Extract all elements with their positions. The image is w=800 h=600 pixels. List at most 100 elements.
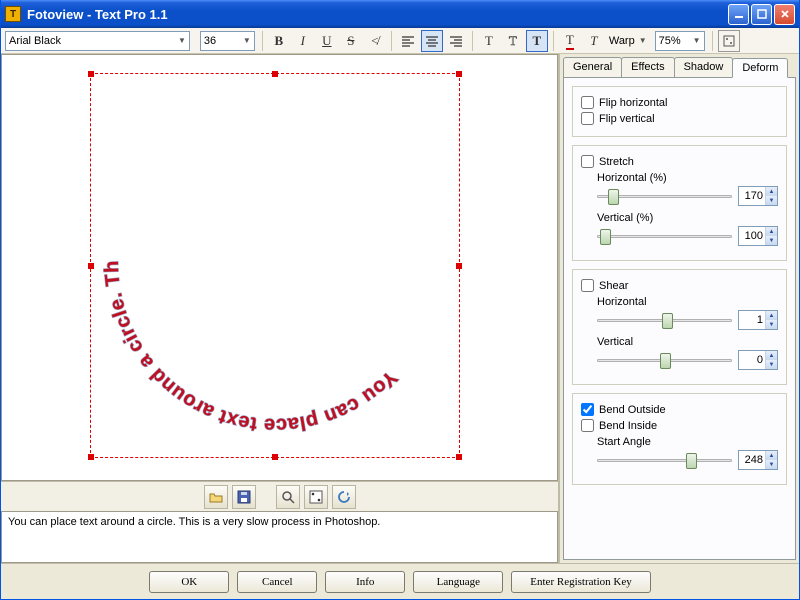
tab-strip: General Effects Shadow Deform <box>560 54 799 77</box>
options-button[interactable] <box>718 30 740 52</box>
spin-down-icon[interactable]: ▼ <box>766 320 777 329</box>
open-button[interactable] <box>204 485 228 509</box>
align-right-button[interactable] <box>445 30 467 52</box>
shear-h-value[interactable]: ▲▼ <box>738 310 778 330</box>
spin-up-icon[interactable]: ▲ <box>766 187 777 196</box>
align-center-button[interactable] <box>421 30 443 52</box>
tab-deform[interactable]: Deform <box>732 58 788 78</box>
warp-button[interactable]: T <box>583 30 605 52</box>
language-button[interactable]: Language <box>413 571 503 593</box>
footer: OK Cancel Info Language Enter Registrati… <box>1 563 799 599</box>
start-angle-label: Start Angle <box>597 436 778 448</box>
refresh-button[interactable] <box>332 485 356 509</box>
selection-handle[interactable] <box>456 71 462 77</box>
separator <box>712 31 713 51</box>
minimize-button[interactable] <box>728 4 749 25</box>
dropdown-icon[interactable]: ▼ <box>693 36 701 45</box>
selection-handle[interactable] <box>272 454 278 460</box>
shear-h-slider[interactable] <box>597 310 732 330</box>
text-color-button[interactable]: T <box>559 30 581 52</box>
flip-horizontal-checkbox[interactable]: Flip horizontal <box>581 96 778 109</box>
stretch-label: Stretch <box>599 156 634 168</box>
stretch-v-value[interactable]: ▲▼ <box>738 226 778 246</box>
zoom-button[interactable] <box>276 485 300 509</box>
stretch-h-slider[interactable] <box>597 186 732 206</box>
start-angle-value[interactable]: ▲▼ <box>738 450 778 470</box>
font-select[interactable] <box>5 31 190 51</box>
warp-label: Warp <box>609 35 635 47</box>
spin-up-icon[interactable]: ▲ <box>766 451 777 460</box>
shear-checkbox[interactable]: Shear <box>581 279 778 292</box>
selection-handle[interactable] <box>88 454 94 460</box>
spin-down-icon[interactable]: ▼ <box>766 236 777 245</box>
bold-button[interactable]: B <box>268 30 290 52</box>
spin-down-icon[interactable]: ▼ <box>766 460 777 469</box>
shear-h-label: Horizontal <box>597 296 778 308</box>
bend-group: Bend Outside Bend Inside Start Angle ▲▼ <box>572 393 787 485</box>
canvas-column: You can place text around a circle. This… <box>1 54 559 563</box>
stretch-h-value[interactable]: ▲▼ <box>738 186 778 206</box>
info-button[interactable]: Info <box>325 571 405 593</box>
spin-down-icon[interactable]: ▼ <box>766 196 777 205</box>
tab-effects[interactable]: Effects <box>621 57 674 77</box>
window-title: Fotoview - Text Pro 1.1 <box>27 7 728 22</box>
stretch-h-label: Horizontal (%) <box>597 172 778 184</box>
cancel-button[interactable]: Cancel <box>237 571 317 593</box>
flip-vertical-label: Flip vertical <box>599 113 655 125</box>
stretch-checkbox[interactable]: Stretch <box>581 155 778 168</box>
spin-down-icon[interactable]: ▼ <box>766 360 777 369</box>
spin-up-icon[interactable]: ▲ <box>766 311 777 320</box>
shear-v-value[interactable]: ▲▼ <box>738 350 778 370</box>
bend-inside-checkbox[interactable]: Bend Inside <box>581 419 778 432</box>
toolbar: ▼ ▼ B I U S ≮ T T T T T Warp ▼ ▼ <box>1 28 799 54</box>
selection-handle[interactable] <box>88 71 94 77</box>
align-left-button[interactable] <box>397 30 419 52</box>
selection-handle[interactable] <box>456 263 462 269</box>
stretch-v-slider[interactable] <box>597 226 732 246</box>
maximize-button[interactable] <box>751 4 772 25</box>
spin-up-icon[interactable]: ▲ <box>766 351 777 360</box>
stretch-v-label: Vertical (%) <box>597 212 778 224</box>
fit-button[interactable] <box>304 485 328 509</box>
italic-button[interactable]: I <box>292 30 314 52</box>
shear-v-slider[interactable] <box>597 350 732 370</box>
underline-button[interactable]: U <box>316 30 338 52</box>
tab-body-deform: Flip horizontal Flip vertical Stretch Ho… <box>563 77 796 560</box>
flip-horizontal-label: Flip horizontal <box>599 97 667 109</box>
strike-button[interactable]: S <box>340 30 362 52</box>
flip-vertical-checkbox[interactable]: Flip vertical <box>581 112 778 125</box>
spin-up-icon[interactable]: ▲ <box>766 227 777 236</box>
text-input[interactable]: You can place text around a circle. This… <box>1 511 558 563</box>
start-angle-slider[interactable] <box>597 450 732 470</box>
dropdown-icon[interactable]: ▼ <box>178 36 186 45</box>
spacing-button[interactable]: ≮ <box>364 30 386 52</box>
dropdown-icon[interactable]: ▼ <box>639 36 647 45</box>
magnifier-icon <box>281 490 295 504</box>
fill-text-button[interactable]: T <box>478 30 500 52</box>
tab-shadow[interactable]: Shadow <box>674 57 734 77</box>
outline-text-button[interactable]: T <box>502 30 524 52</box>
dice-icon <box>309 490 323 504</box>
save-button[interactable] <box>232 485 256 509</box>
tab-general[interactable]: General <box>563 57 622 77</box>
selection-handle[interactable] <box>88 263 94 269</box>
shear-group: Shear Horizontal ▲▼ Vertical <box>572 269 787 385</box>
floppy-icon <box>237 490 251 504</box>
canvas[interactable]: You can place text around a circle. This… <box>1 54 558 481</box>
folder-open-icon <box>208 490 224 504</box>
ok-button[interactable]: OK <box>149 571 229 593</box>
separator <box>472 31 473 51</box>
filled-outline-button[interactable]: T <box>526 30 548 52</box>
bend-outside-checkbox[interactable]: Bend Outside <box>581 403 778 416</box>
circle-text: You can place text around a circle. This… <box>100 87 450 437</box>
selection-handle[interactable] <box>272 71 278 77</box>
flip-group: Flip horizontal Flip vertical <box>572 86 787 137</box>
dropdown-icon[interactable]: ▼ <box>243 36 251 45</box>
shear-label: Shear <box>599 280 628 292</box>
register-button[interactable]: Enter Registration Key <box>511 571 650 593</box>
close-button[interactable] <box>774 4 795 25</box>
shear-v-label: Vertical <box>597 336 778 348</box>
main-area: You can place text around a circle. This… <box>1 54 799 563</box>
selection-handle[interactable] <box>456 454 462 460</box>
canvas-toolbar <box>1 481 558 511</box>
